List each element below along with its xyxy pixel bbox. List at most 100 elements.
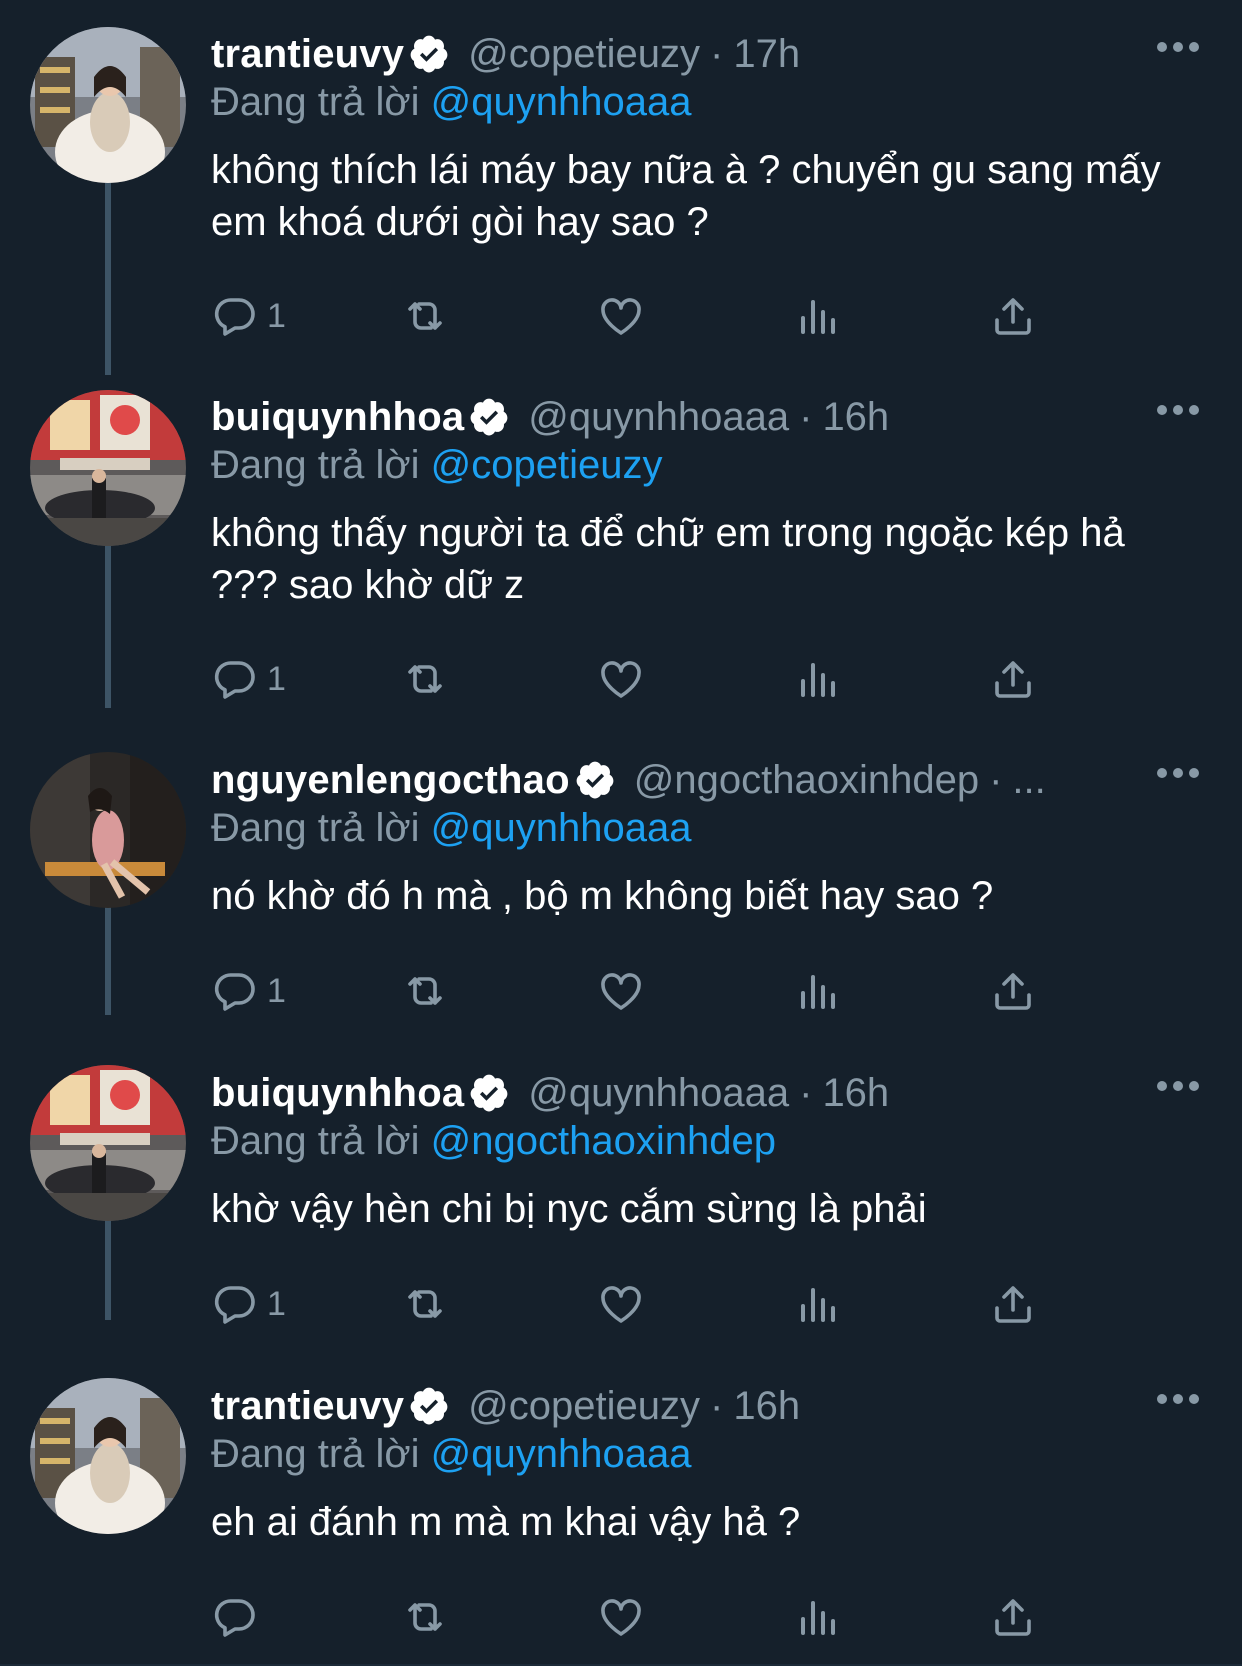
views-button[interactable]	[793, 963, 841, 1019]
timestamp[interactable]: 16h	[822, 393, 889, 441]
replying-to-handle[interactable]: @quynhhoaaa	[431, 1432, 692, 1476]
views-icon	[801, 300, 835, 334]
tweet-header: buiquynhhoa @quynhhoaaa · 16h	[211, 393, 1242, 441]
views-icon	[801, 975, 835, 1009]
tweet-text: nó khờ đó h mà , bộ m không biết hay sao…	[211, 874, 994, 918]
reply-icon	[214, 298, 255, 336]
more-options-icon[interactable]	[1156, 1387, 1200, 1411]
share-icon	[995, 661, 1031, 698]
more-options-icon[interactable]	[1156, 398, 1200, 422]
display-name[interactable]: trantieuvy	[211, 30, 404, 78]
tweet-header: trantieuvy @copetieuzy · 17h	[211, 30, 1242, 78]
retweet-button[interactable]	[401, 1276, 449, 1332]
share-icon	[995, 1599, 1031, 1636]
reply-count: 1	[267, 971, 286, 1010]
tweet-actions: 1	[211, 651, 1091, 707]
tweet[interactable]: trantieuvy @copetieuzy · 17h Đang trả lờ…	[0, 0, 1242, 363]
reply-icon	[214, 661, 255, 699]
reply-count: 1	[267, 659, 286, 698]
reply-button[interactable]: 1	[211, 651, 286, 707]
display-name[interactable]: trantieuvy	[211, 1382, 404, 1430]
like-button[interactable]	[597, 1276, 645, 1332]
verified-badge-icon	[470, 398, 508, 436]
handle[interactable]: @quynhhoaaa	[528, 393, 789, 441]
like-button[interactable]	[597, 1589, 645, 1645]
views-button[interactable]	[793, 651, 841, 707]
tweet[interactable]: nguyenlengocthao @ngocthaoxinhdep · ... …	[0, 726, 1242, 1039]
reply-button[interactable]: 1	[211, 288, 286, 344]
timestamp[interactable]: 17h	[733, 30, 800, 78]
replying-to-handle[interactable]: @ngocthaoxinhdep	[431, 1119, 776, 1163]
verified-badge-icon	[470, 1074, 508, 1112]
display-name[interactable]: nguyenlengocthao	[211, 756, 570, 804]
timestamp[interactable]: ...	[1012, 756, 1045, 804]
avatar[interactable]	[30, 27, 186, 183]
share-button[interactable]	[989, 1589, 1037, 1645]
display-name[interactable]: buiquynhhoa	[211, 1069, 464, 1117]
retweet-button[interactable]	[401, 1589, 449, 1645]
more-options-icon[interactable]	[1156, 1074, 1200, 1098]
views-button[interactable]	[793, 1276, 841, 1332]
separator: ·	[989, 758, 1003, 802]
retweet-icon	[408, 302, 442, 330]
reply-thread: trantieuvy @copetieuzy · 17h Đang trả lờ…	[0, 0, 1242, 1666]
tweet-text: không thấy người ta để chữ em trong ngoặ…	[211, 511, 1125, 607]
replying-to: Đang trả lời @quynhhoaaa	[211, 1430, 1242, 1478]
share-button[interactable]	[989, 963, 1037, 1019]
replying-to-label: Đang trả lời	[211, 1119, 420, 1163]
avatar[interactable]	[30, 752, 186, 908]
verified-badge-icon	[410, 35, 448, 73]
retweet-button[interactable]	[401, 288, 449, 344]
reply-button[interactable]: 1	[211, 963, 286, 1019]
handle[interactable]: @ngocthaoxinhdep	[634, 756, 979, 804]
avatar[interactable]	[30, 1378, 186, 1534]
timestamp[interactable]: 16h	[733, 1382, 800, 1430]
verified-badge-icon	[576, 761, 614, 799]
replying-to-label: Đang trả lời	[211, 443, 420, 487]
replying-to-handle[interactable]: @quynhhoaaa	[431, 806, 692, 850]
retweet-button[interactable]	[401, 651, 449, 707]
tweet[interactable]: buiquynhhoa @quynhhoaaa · 16h Đang trả l…	[0, 1039, 1242, 1352]
handle[interactable]: @copetieuzy	[468, 30, 700, 78]
views-button[interactable]	[793, 288, 841, 344]
replying-to: Đang trả lời @quynhhoaaa	[211, 78, 1242, 126]
timestamp[interactable]: 16h	[822, 1069, 889, 1117]
like-icon	[601, 298, 641, 335]
share-button[interactable]	[989, 288, 1037, 344]
tweet-text: không thích lái máy bay nữa à ? chuyển g…	[211, 148, 1161, 244]
replying-to-label: Đang trả lời	[211, 1432, 420, 1476]
tweet-actions	[211, 1589, 1091, 1645]
separator: ·	[710, 32, 724, 76]
reply-icon	[214, 973, 255, 1011]
separator: ·	[799, 1071, 813, 1115]
like-button[interactable]	[597, 651, 645, 707]
tweet[interactable]: trantieuvy @copetieuzy · 16h Đang trả lờ…	[0, 1352, 1242, 1666]
avatar[interactable]	[30, 390, 186, 546]
replying-to-handle[interactable]: @copetieuzy	[431, 443, 663, 487]
replying-to: Đang trả lời @copetieuzy	[211, 441, 1242, 489]
share-button[interactable]	[989, 1276, 1037, 1332]
views-icon	[801, 1288, 835, 1322]
retweet-button[interactable]	[401, 963, 449, 1019]
replying-to-handle[interactable]: @quynhhoaaa	[431, 80, 692, 124]
share-icon	[995, 1286, 1031, 1323]
more-options-icon[interactable]	[1156, 761, 1200, 785]
reply-button[interactable]	[211, 1589, 267, 1645]
share-button[interactable]	[989, 651, 1037, 707]
reply-count: 1	[267, 296, 286, 335]
avatar[interactable]	[30, 1065, 186, 1221]
separator: ·	[799, 395, 813, 439]
views-button[interactable]	[793, 1589, 841, 1645]
like-button[interactable]	[597, 963, 645, 1019]
tweet[interactable]: buiquynhhoa @quynhhoaaa · 16h Đang trả l…	[0, 363, 1242, 726]
handle[interactable]: @copetieuzy	[468, 1382, 700, 1430]
display-name[interactable]: buiquynhhoa	[211, 393, 464, 441]
tweet-header: trantieuvy @copetieuzy · 16h	[211, 1382, 1242, 1430]
verified-badge-icon	[410, 1387, 448, 1425]
views-icon	[801, 663, 835, 697]
retweet-icon	[408, 665, 442, 693]
more-options-icon[interactable]	[1156, 35, 1200, 59]
reply-button[interactable]: 1	[211, 1276, 286, 1332]
handle[interactable]: @quynhhoaaa	[528, 1069, 789, 1117]
like-button[interactable]	[597, 288, 645, 344]
